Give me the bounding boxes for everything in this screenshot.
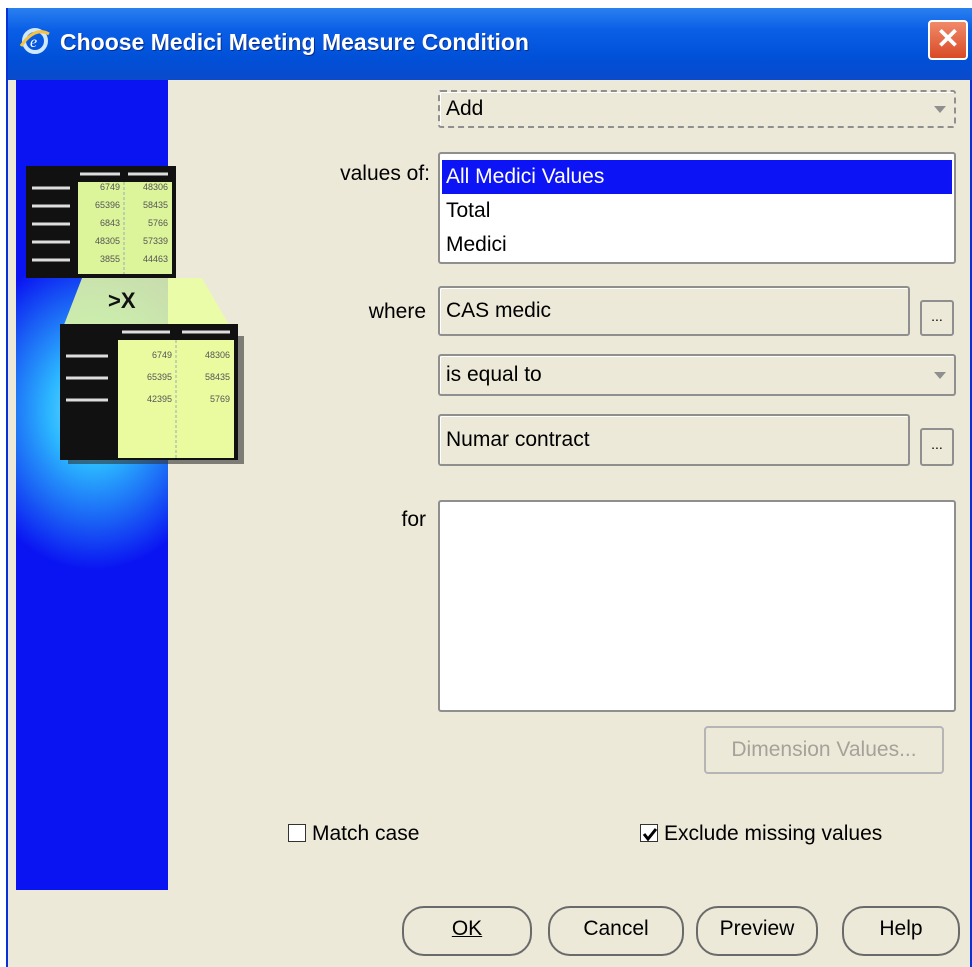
- help-button[interactable]: Help: [842, 906, 960, 956]
- compare-browse-button[interactable]: ...: [920, 428, 954, 466]
- help-button-label: Help: [879, 917, 923, 940]
- ok-button-label: OK: [451, 917, 483, 940]
- checkmark-icon: [642, 828, 658, 842]
- svg-text:e: e: [30, 34, 37, 51]
- dimension-values-button[interactable]: Dimension Values...: [704, 726, 944, 774]
- where-field-value: CAS medic: [446, 299, 552, 322]
- match-case-label[interactable]: Match case: [312, 822, 419, 846]
- window-title: Choose Medici Meeting Measure Condition: [60, 29, 529, 55]
- operator-select-value: is equal to: [446, 363, 542, 386]
- operator-select[interactable]: is equal to: [438, 354, 956, 396]
- chevron-down-icon: [934, 106, 946, 113]
- operation-select-value: Add: [446, 97, 484, 120]
- operator-label: >X: [108, 288, 136, 313]
- where-browse-button[interactable]: ...: [920, 300, 954, 336]
- close-button[interactable]: ✕: [928, 20, 968, 60]
- condition-illustration: 6749 48306 65396 58435 6843 5766 48305 57339 385…: [26, 166, 244, 464]
- chevron-down-icon: [934, 372, 946, 379]
- where-field[interactable]: CAS medic: [438, 286, 910, 336]
- table-cell: 6749: [152, 350, 172, 360]
- close-icon: ✕: [936, 23, 960, 54]
- table-cell: 65395: [147, 372, 172, 382]
- list-item[interactable]: Total: [442, 194, 952, 228]
- table-cell: 58435: [205, 372, 230, 382]
- preview-button[interactable]: Preview: [696, 906, 818, 956]
- operation-select[interactable]: Add: [438, 90, 956, 128]
- list-item[interactable]: All Medici Values: [442, 160, 952, 194]
- list-item[interactable]: Medici: [442, 228, 952, 262]
- match-case-checkbox[interactable]: [288, 824, 306, 842]
- app-icon: e: [19, 28, 50, 54]
- for-label: for: [401, 508, 426, 531]
- table-cell: 65396: [95, 200, 120, 210]
- table-cell: 42395: [147, 394, 172, 404]
- preview-button-label: Preview: [719, 917, 795, 940]
- where-label: where: [368, 300, 426, 323]
- compare-value-field[interactable]: Numar contract: [438, 414, 910, 466]
- exclude-missing-checkbox[interactable]: [640, 824, 658, 842]
- table-cell: 44463: [143, 254, 168, 264]
- table-cell: 48305: [95, 236, 120, 246]
- values-of-listbox[interactable]: All Medici Values Total Medici: [438, 152, 956, 264]
- exclude-missing-label[interactable]: Exclude missing values: [664, 822, 882, 846]
- table-cell: 3855: [100, 254, 120, 264]
- table-cell: 6843: [100, 218, 120, 228]
- table-cell: 5766: [148, 218, 168, 228]
- cancel-button[interactable]: Cancel: [548, 906, 684, 956]
- table-cell: 48306: [205, 350, 230, 360]
- table-cell: 57339: [143, 236, 168, 246]
- compare-value-text: Numar contract: [446, 428, 590, 451]
- cancel-button-label: Cancel: [583, 917, 649, 940]
- table-cell: 58435: [143, 200, 168, 210]
- table-cell: 6749: [100, 182, 120, 192]
- for-listbox[interactable]: [438, 500, 956, 712]
- table-cell: 48306: [143, 182, 168, 192]
- table-cell: 5769: [210, 394, 230, 404]
- ok-button[interactable]: OK: [402, 906, 532, 956]
- values-of-label: values of:: [340, 162, 430, 185]
